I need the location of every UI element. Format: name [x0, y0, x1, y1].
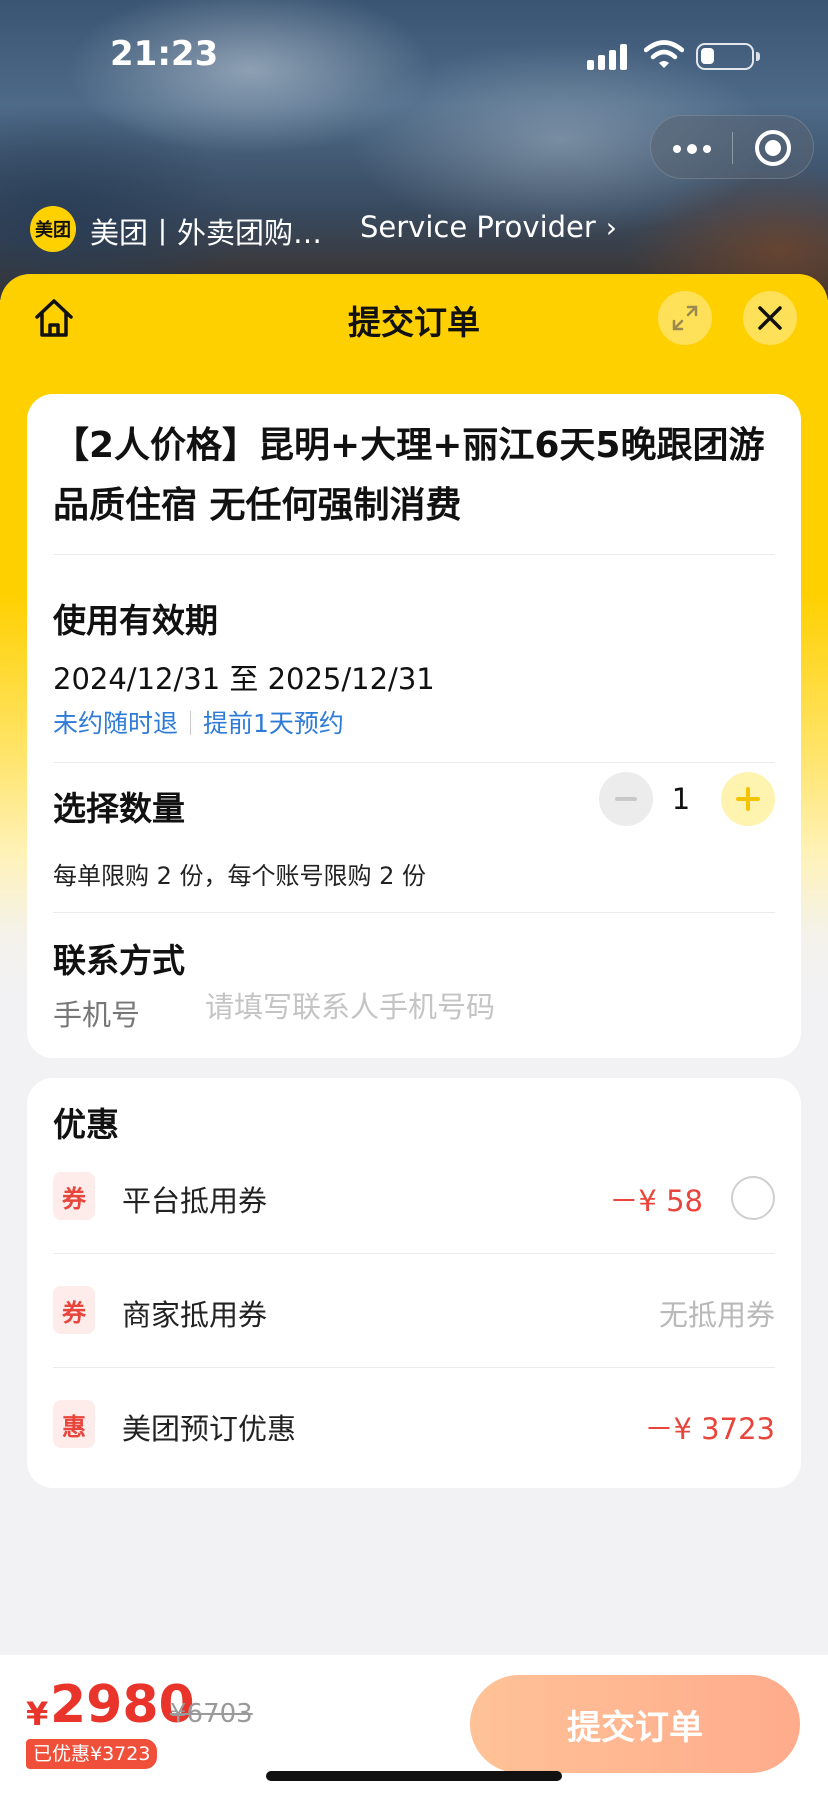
service-provider-label: Service Provider: [360, 210, 596, 244]
discount-name: 美团预订优惠: [122, 1412, 297, 1446]
discount-amount: －¥ 58: [609, 1184, 703, 1218]
battery-icon: [696, 43, 760, 70]
discount-name: 商家抵用券: [122, 1298, 268, 1332]
validity-label: 使用有效期: [53, 601, 218, 640]
minus-icon[interactable]: [599, 772, 653, 826]
close-icon: [758, 306, 782, 330]
radio-icon[interactable]: [731, 1176, 775, 1220]
validity-dates: 2024/12/31 至 2025/12/31: [53, 662, 435, 696]
expand-icon: [672, 305, 698, 331]
coupon-badge: 券: [53, 1172, 95, 1220]
purchase-limit-note: 每单限购 2 份，每个账号限购 2 份: [53, 862, 427, 890]
tag-booking: 提前1天预约: [203, 709, 344, 738]
promo-badge: 惠: [53, 1400, 95, 1448]
divider: [53, 762, 775, 763]
order-card: 【2人价格】昆明+大理+丽江6天5晚跟团游品质住宿 无任何强制消费 使用有效期 …: [27, 394, 801, 1058]
sheet-header: 提交订单: [0, 274, 828, 360]
home-indicator: [266, 1771, 562, 1781]
miniprogram-capsule: [650, 115, 814, 179]
status-bar: 21:23: [0, 0, 828, 110]
original-price: ¥6703: [170, 1699, 253, 1729]
expand-button[interactable]: [658, 291, 712, 345]
capsule-divider: [732, 132, 733, 164]
chevron-right-icon: ›: [605, 211, 617, 244]
product-title: 【2人价格】昆明+大理+丽江6天5晚跟团游品质住宿 无任何强制消费: [53, 425, 765, 526]
discount-row-platform[interactable]: 券 平台抵用券 －¥ 58: [27, 1140, 801, 1254]
tag-refund: 未约随时退: [53, 709, 179, 738]
provider-name: 美团丨外卖团购…: [90, 216, 323, 250]
phone-label: 手机号: [53, 998, 141, 1032]
phone-input[interactable]: [205, 984, 765, 1030]
quantity-value: 1: [671, 782, 691, 816]
currency-symbol: ¥: [26, 1695, 49, 1733]
signal-icon: [587, 44, 631, 70]
wifi-icon: [644, 40, 684, 68]
more-icon[interactable]: [671, 130, 715, 166]
discount-name: 平台抵用券: [122, 1184, 268, 1218]
booking-tags: 未约随时退 提前1天预约: [53, 704, 344, 740]
quantity-label: 选择数量: [53, 789, 185, 828]
close-button[interactable]: [743, 291, 797, 345]
saved-badge: 已优惠¥3723: [26, 1739, 158, 1769]
target-icon[interactable]: [755, 130, 791, 166]
tag-separator: [190, 711, 192, 735]
contact-label: 联系方式: [53, 941, 185, 980]
provider-row: 美团 美团丨外卖团购… Service Provider ›: [30, 206, 670, 252]
discount-title: 优惠: [53, 1105, 119, 1144]
plus-icon[interactable]: [721, 772, 775, 826]
service-provider-link[interactable]: Service Provider ›: [360, 210, 617, 244]
discount-row-merchant[interactable]: 券 商家抵用券 无抵用券: [27, 1254, 801, 1368]
discount-row-booking: 惠 美团预订优惠 －¥ 3723: [27, 1368, 801, 1482]
coupon-badge: 券: [53, 1286, 95, 1334]
order-sheet: 提交订单 【2人价格】昆明+大理+丽江6天5晚跟团游品质住宿 无任何强制消费 使…: [0, 274, 828, 1795]
discount-amount: 无抵用券: [658, 1298, 775, 1332]
meituan-logo: 美团: [30, 206, 76, 252]
discount-card: 优惠 券 平台抵用券 －¥ 58 券 商家抵用券 无抵用券 惠 美团预订优惠 －…: [27, 1078, 801, 1488]
divider: [53, 554, 775, 555]
status-time: 21:23: [110, 34, 219, 74]
discount-amount: －¥ 3723: [644, 1412, 775, 1446]
divider: [53, 912, 775, 913]
submit-order-button[interactable]: 提交订单: [470, 1675, 800, 1773]
